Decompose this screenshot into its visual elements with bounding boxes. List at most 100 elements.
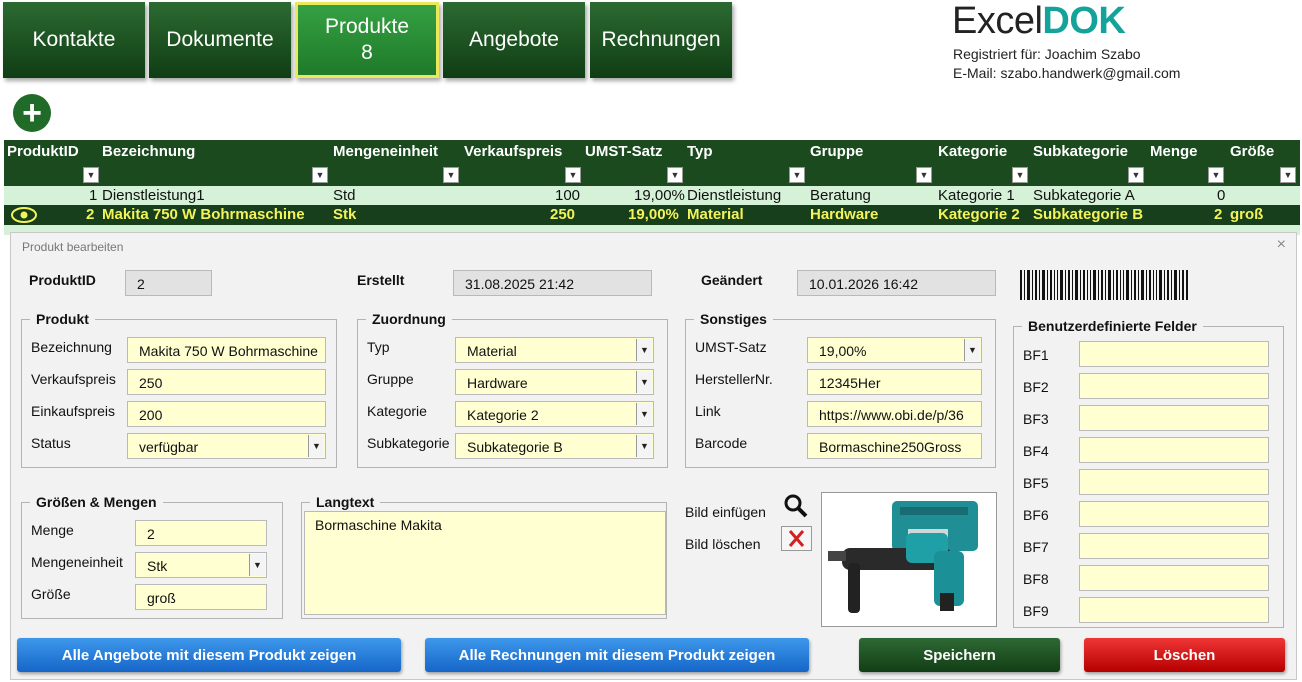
nav-kontakte-label: Kontakte: [32, 27, 116, 51]
bf9-input[interactable]: [1079, 597, 1269, 623]
chevron-down-icon[interactable]: ▼: [636, 403, 652, 425]
filter-typ-button[interactable]: ▼: [789, 167, 805, 183]
delete-image-button[interactable]: [781, 526, 812, 551]
nav-produkte[interactable]: Produkte 8: [295, 2, 439, 78]
filter-menge-button[interactable]: ▼: [1208, 167, 1224, 183]
bf7-label: BF7: [1023, 539, 1049, 555]
langtext-title: Langtext: [310, 494, 381, 510]
typ-label: Typ: [367, 339, 390, 355]
dialog-title: Produkt bearbeiten: [22, 240, 124, 254]
table-row[interactable]: 1 Dienstleistung1 Std 100 19,00% Dienstl…: [4, 186, 1300, 206]
geaendert-label: Geändert: [701, 272, 763, 288]
bf1-label: BF1: [1023, 347, 1049, 363]
chevron-down-icon[interactable]: ▼: [308, 435, 324, 457]
eye-icon[interactable]: [10, 205, 38, 225]
filter-kategorie-button[interactable]: ▼: [1012, 167, 1028, 183]
product-image: [821, 492, 997, 627]
save-button[interactable]: Speichern: [859, 638, 1060, 672]
subkategorie-select[interactable]: Subkategorie B ▼: [455, 433, 654, 459]
add-product-button[interactable]: +: [13, 94, 51, 132]
nav-kontakte[interactable]: Kontakte: [3, 2, 145, 78]
email-text: E-Mail: szabo.handwerk@gmail.com: [953, 65, 1181, 81]
filter-bezeichnung-button[interactable]: ▼: [312, 167, 328, 183]
bezeichnung-input[interactable]: Makita 750 W Bohrmaschine: [127, 337, 326, 363]
bf4-input[interactable]: [1079, 437, 1269, 463]
subkategorie-label: Subkategorie: [367, 435, 450, 451]
filter-produktid-button[interactable]: ▼: [83, 167, 99, 183]
search-icon[interactable]: [783, 493, 809, 519]
herstellernr-input[interactable]: 12345Her: [807, 369, 982, 395]
verkaufspreis-label: Verkaufspreis: [31, 371, 116, 387]
nav-dokumente[interactable]: Dokumente: [149, 2, 291, 78]
chevron-down-icon[interactable]: ▼: [636, 339, 652, 361]
table-row-selected[interactable]: 2 Makita 750 W Bohrmaschine Stk 250 19,0…: [4, 205, 1300, 225]
col-kategorie: Kategorie: [938, 143, 1008, 160]
bf8-input[interactable]: [1079, 565, 1269, 591]
bf5-input[interactable]: [1079, 469, 1269, 495]
bf7-input[interactable]: [1079, 533, 1269, 559]
bf2-input[interactable]: [1079, 373, 1269, 399]
menge-input[interactable]: 2: [135, 520, 267, 546]
chevron-down-icon[interactable]: ▼: [964, 339, 980, 361]
filter-mengeneinheit-button[interactable]: ▼: [443, 167, 459, 183]
produktid-field: 2: [125, 270, 212, 296]
link-input[interactable]: https://www.obi.de/p/36: [807, 401, 982, 427]
close-icon[interactable]: ×: [1277, 236, 1286, 254]
close-icon: [788, 530, 805, 547]
col-typ: Typ: [687, 143, 713, 160]
umst-select[interactable]: 19,00% ▼: [807, 337, 982, 363]
einkaufspreis-input[interactable]: 200: [127, 401, 326, 427]
einkaufspreis-label: Einkaufspreis: [31, 403, 116, 419]
bf9-label: BF9: [1023, 603, 1049, 619]
erstellt-label: Erstellt: [357, 272, 405, 288]
filter-verkaufspreis-button[interactable]: ▼: [565, 167, 581, 183]
barcode-image: [1020, 270, 1188, 300]
bf5-label: BF5: [1023, 475, 1049, 491]
col-subkategorie: Subkategorie: [1033, 143, 1129, 160]
chevron-down-icon[interactable]: ▼: [636, 371, 652, 393]
typ-select[interactable]: Material ▼: [455, 337, 654, 363]
col-umst: UMST-Satz: [585, 143, 663, 160]
bf8-label: BF8: [1023, 571, 1049, 587]
nav-dokumente-label: Dokumente: [166, 27, 274, 51]
mengeneinheit-label: Mengeneinheit: [31, 554, 123, 570]
nav-rechnungen[interactable]: Rechnungen: [590, 2, 732, 78]
filter-subkategorie-button[interactable]: ▼: [1128, 167, 1144, 183]
verkaufspreis-input[interactable]: 250: [127, 369, 326, 395]
kategorie-select[interactable]: Kategorie 2 ▼: [455, 401, 654, 427]
col-produktid: ProduktID: [7, 143, 79, 160]
status-select[interactable]: verfügbar ▼: [127, 433, 326, 459]
nav-angebote[interactable]: Angebote: [443, 2, 585, 78]
mengeneinheit-select[interactable]: Stk ▼: [135, 552, 267, 578]
bf1-input[interactable]: [1079, 341, 1269, 367]
bf6-label: BF6: [1023, 507, 1049, 523]
chevron-down-icon[interactable]: ▼: [636, 435, 652, 457]
langtext-textarea[interactable]: Bormaschine Makita: [304, 511, 666, 615]
filter-umst-button[interactable]: ▼: [667, 167, 683, 183]
bf3-input[interactable]: [1079, 405, 1269, 431]
herstellernr-label: HerstellerNr.: [695, 371, 773, 387]
nav-rechnungen-label: Rechnungen: [601, 27, 721, 51]
col-groesse: Größe: [1230, 143, 1275, 160]
custom-fields-title: Benutzerdefinierte Felder: [1022, 318, 1203, 334]
filter-gruppe-button[interactable]: ▼: [916, 167, 932, 183]
nav-produkte-label: Produkte: [324, 14, 410, 38]
nav-produkte-count: 8: [361, 41, 373, 64]
table-header: ProduktID Bezeichnung Mengeneinheit Verk…: [4, 140, 1300, 186]
groesse-input[interactable]: groß: [135, 584, 267, 610]
gruppe-select[interactable]: Hardware ▼: [455, 369, 654, 395]
show-invoices-button[interactable]: Alle Rechnungen mit diesem Produkt zeige…: [425, 638, 809, 672]
delete-button[interactable]: Löschen: [1084, 638, 1285, 672]
kategorie-label: Kategorie: [367, 403, 427, 419]
bf2-label: BF2: [1023, 379, 1049, 395]
barcode-input[interactable]: Bormaschine250Gross: [807, 433, 982, 459]
col-mengeneinheit: Mengeneinheit: [333, 143, 439, 160]
bezeichnung-label: Bezeichnung: [31, 339, 112, 355]
chevron-down-icon[interactable]: ▼: [249, 554, 265, 576]
col-bezeichnung: Bezeichnung: [102, 143, 196, 160]
erstellt-field: 31.08.2025 21:42: [453, 270, 652, 296]
filter-groesse-button[interactable]: ▼: [1280, 167, 1296, 183]
produktid-label: ProduktID: [29, 272, 96, 288]
bf6-input[interactable]: [1079, 501, 1269, 527]
show-offers-button[interactable]: Alle Angebote mit diesem Produkt zeigen: [17, 638, 401, 672]
